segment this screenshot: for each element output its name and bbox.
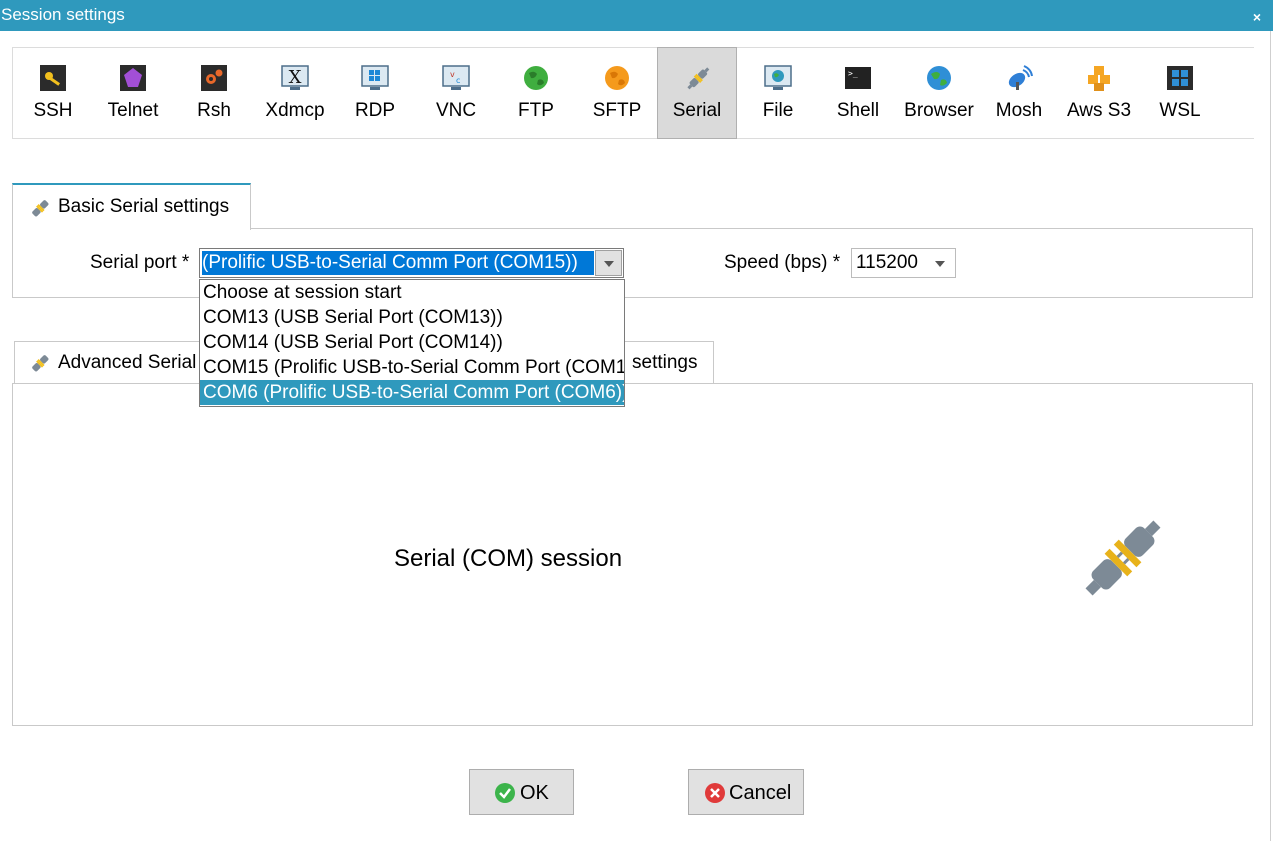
rdp-windows-icon <box>361 65 389 90</box>
xdmcp-x-icon: X <box>281 65 309 90</box>
serial-plug-icon <box>32 355 49 372</box>
aws-s3-cubes-icon <box>1088 66 1110 91</box>
wsl-windows-icon <box>1167 66 1193 90</box>
protocol-xdmcp[interactable]: X Xdmcp <box>255 48 335 138</box>
protocol-vnc[interactable]: vc VNC <box>416 48 496 138</box>
session-type-text: Serial (COM) session <box>394 545 623 572</box>
advanced-settings-panel <box>12 383 1253 726</box>
protocol-serial[interactable]: Serial <box>657 47 737 139</box>
protocol-shell[interactable]: >_ Shell <box>818 48 898 138</box>
close-icon[interactable]: × <box>1253 3 1261 32</box>
ftp-globe-icon <box>524 66 548 90</box>
svg-text:v: v <box>450 70 455 79</box>
protocol-label: SSH <box>33 100 73 121</box>
svg-text:c: c <box>456 76 460 85</box>
window-titlebar: Session settings × <box>0 0 1273 31</box>
svg-text:X: X <box>289 67 302 88</box>
protocol-label: SFTP <box>592 100 642 121</box>
sftp-globe-icon <box>605 66 629 90</box>
protocol-label: VNC <box>435 100 477 121</box>
protocol-sftp[interactable]: SFTP <box>577 48 657 138</box>
serial-port-label: Serial port * <box>90 252 190 273</box>
vnc-monitor-icon: vc <box>442 65 470 90</box>
protocol-label: WSL <box>1159 100 1201 121</box>
protocol-label: Mosh <box>995 100 1043 121</box>
protocol-telnet[interactable]: Telnet <box>93 48 173 138</box>
rsh-gears-icon <box>201 65 227 91</box>
ok-label: OK <box>520 782 549 804</box>
protocol-label: Browser <box>904 100 974 121</box>
window-title: Session settings <box>1 5 125 24</box>
protocol-wsl[interactable]: WSL <box>1140 48 1220 138</box>
cancel-circle-icon <box>705 783 725 803</box>
protocol-mosh[interactable]: Mosh <box>979 48 1059 138</box>
browser-globe-icon <box>927 66 951 90</box>
tab-label-tail: settings <box>632 352 698 373</box>
serial-port-dropdown-list: Choose at session start COM13 (USB Seria… <box>199 279 625 407</box>
file-monitor-icon <box>764 65 792 90</box>
protocol-browser[interactable]: Browser <box>899 48 979 138</box>
ok-button[interactable]: OK <box>469 769 574 815</box>
protocol-label: Telnet <box>107 100 159 121</box>
dropdown-option[interactable]: COM15 (Prolific USB-to-Serial Comm Port … <box>200 355 624 380</box>
cancel-label: Cancel <box>729 782 792 804</box>
shell-terminal-icon: >_ <box>845 67 871 89</box>
protocol-aws-s3[interactable]: Aws S3 <box>1059 48 1139 138</box>
serial-plug-icon <box>32 200 49 217</box>
mosh-satellite-icon <box>1008 65 1033 90</box>
dropdown-option-highlighted[interactable]: COM6 (Prolific USB-to-Serial Comm Port (… <box>200 380 624 405</box>
tab-basic-serial-settings[interactable]: Basic Serial settings <box>12 183 251 230</box>
tab-label: Advanced Serial <box>58 352 197 373</box>
serial-port-select[interactable]: (Prolific USB-to-Serial Comm Port (COM15… <box>199 248 624 278</box>
protocol-label: Rsh <box>197 100 231 121</box>
speed-label: Speed (bps) * <box>724 252 841 273</box>
protocol-rsh[interactable]: Rsh <box>174 48 254 138</box>
dropdown-option[interactable]: Choose at session start <box>200 280 624 305</box>
protocol-label: RDP <box>354 100 396 121</box>
protocol-label: Aws S3 <box>1066 100 1132 121</box>
serial-port-value: (Prolific USB-to-Serial Comm Port (COM15… <box>202 251 594 275</box>
dropdown-arrow-button[interactable] <box>595 250 622 276</box>
ssh-key-icon <box>40 65 66 91</box>
protocol-label: Serial <box>672 100 722 121</box>
protocol-ssh[interactable]: SSH <box>13 48 93 138</box>
chevron-down-icon <box>935 261 945 267</box>
protocol-label: Shell <box>836 100 880 121</box>
dropdown-option[interactable]: COM14 (USB Serial Port (COM14)) <box>200 330 624 355</box>
protocol-rdp[interactable]: RDP <box>335 48 415 138</box>
protocol-file[interactable]: File <box>738 48 818 138</box>
dropdown-option[interactable]: COM13 (USB Serial Port (COM13)) <box>200 305 624 330</box>
chevron-down-icon <box>604 261 614 267</box>
cancel-button[interactable]: Cancel <box>688 769 804 815</box>
speed-value: 115200 <box>856 252 918 273</box>
tab-label: Basic Serial settings <box>58 196 230 217</box>
speed-select[interactable]: 115200 <box>851 248 956 278</box>
serial-plug-large-icon <box>1085 520 1161 596</box>
protocol-ftp[interactable]: FTP <box>496 48 576 138</box>
check-circle-icon <box>495 783 515 803</box>
telnet-gem-icon <box>120 65 146 91</box>
svg-text:>_: >_ <box>848 69 858 78</box>
protocol-toolbar: SSH Telnet Rsh X Xdmcp RDP vc VNC FTP SF… <box>12 47 1254 139</box>
protocol-label: FTP <box>518 100 554 121</box>
protocol-label: Xdmcp <box>265 100 325 121</box>
serial-plug-icon <box>687 67 710 90</box>
protocol-label: File <box>762 100 794 121</box>
